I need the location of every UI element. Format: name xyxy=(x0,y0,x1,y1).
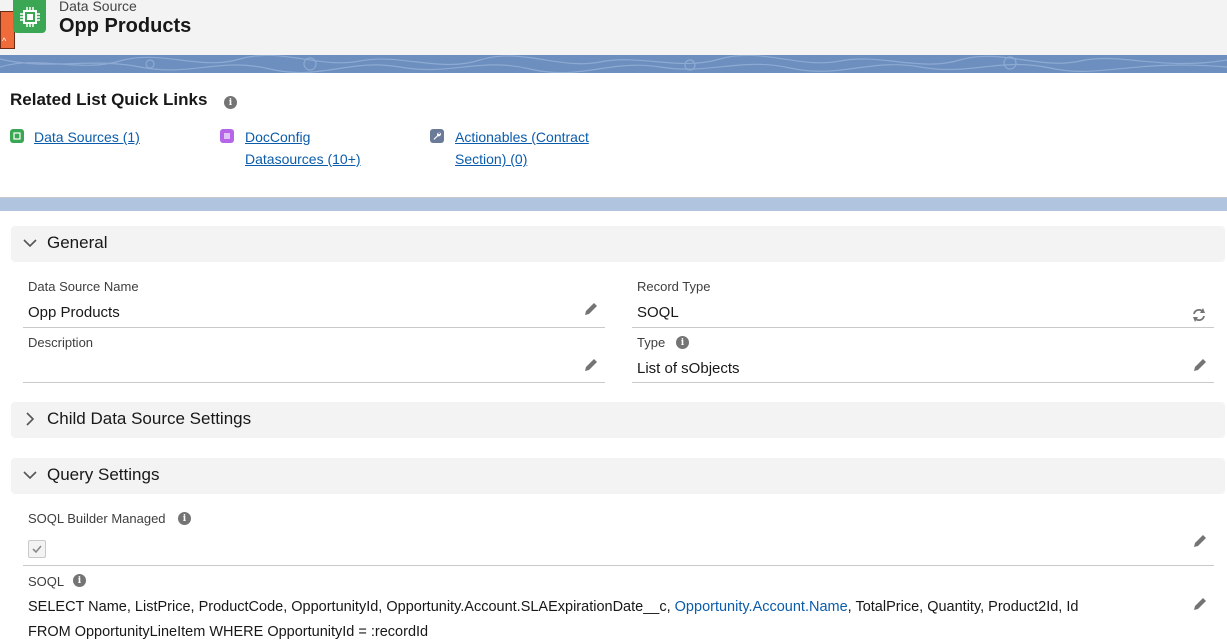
quick-link-actionables[interactable]: Actionables (Contract Section) (0) xyxy=(455,126,589,170)
chevron-down-icon xyxy=(23,239,37,248)
field-divider xyxy=(23,382,605,383)
record-type-label: Record Type xyxy=(637,279,711,294)
object-type-label: Data Source xyxy=(59,0,137,14)
type-label: Type xyxy=(637,335,666,350)
section-query-title: Query Settings xyxy=(47,465,160,484)
record-title: Opp Products xyxy=(59,15,192,37)
quick-link-docconfig-datasources[interactable]: DocConfig Datasources (10+) xyxy=(245,126,361,170)
data-source-object-icon xyxy=(13,0,46,33)
edit-pencil-icon[interactable] xyxy=(583,357,599,373)
quick-link-label: Data Sources (1) xyxy=(34,129,140,145)
banner-pattern xyxy=(0,55,1227,73)
info-icon[interactable]: i xyxy=(178,512,191,525)
quick-link-label: Section) (0) xyxy=(455,151,528,167)
info-icon[interactable]: i xyxy=(73,574,86,587)
description-label: Description xyxy=(28,335,94,350)
edit-pencil-icon[interactable] xyxy=(1192,533,1208,549)
data-source-name-value: Opp Products xyxy=(28,304,120,321)
record-page: ^ Data Source Opp Products Related List … xyxy=(0,0,1227,641)
info-icon[interactable]: i xyxy=(224,96,237,109)
field-divider xyxy=(23,565,1214,566)
section-child-title: Child Data Source Settings xyxy=(47,409,252,428)
section-general-title: General xyxy=(47,233,108,252)
field-divider xyxy=(632,382,1214,383)
quick-link-label: Actionables (Contract xyxy=(455,129,589,145)
decorative-banner xyxy=(0,55,1227,73)
data-source-icon xyxy=(10,129,24,143)
quick-link-data-sources[interactable]: Data Sources (1) xyxy=(34,126,140,148)
soql-label: SOQL xyxy=(28,574,65,589)
edit-pencil-icon[interactable] xyxy=(1192,357,1208,373)
record-type-value: SOQL xyxy=(637,304,679,321)
info-icon[interactable]: i xyxy=(676,336,689,349)
chevron-right-icon xyxy=(26,412,35,426)
section-divider-band xyxy=(0,198,1227,211)
section-query-header[interactable]: Query Settings xyxy=(11,458,1225,494)
quick-link-label: DocConfig xyxy=(245,129,311,145)
soql-text: SELECT Name, ListPrice, ProductCode, Opp… xyxy=(28,599,675,615)
soql-field-link[interactable]: Opportunity.Account.Name xyxy=(675,599,848,615)
docconfig-icon xyxy=(220,129,234,143)
change-record-type-icon[interactable] xyxy=(1191,307,1207,323)
edit-pencil-icon[interactable] xyxy=(583,301,599,317)
quick-links-title: Related List Quick Links xyxy=(10,90,208,109)
edit-pencil-icon[interactable] xyxy=(1192,596,1208,612)
checkmark-icon xyxy=(32,545,42,554)
quick-link-label: Datasources (10+) xyxy=(245,151,361,167)
chip-icon xyxy=(19,6,40,27)
soql-text: , TotalPrice, Quantity, Product2Id, Id xyxy=(847,599,1079,615)
type-value: List of sObjects xyxy=(637,360,740,377)
field-divider xyxy=(23,327,605,328)
field-divider xyxy=(632,327,1214,328)
caret-icon: ^ xyxy=(2,36,7,46)
section-general-header[interactable]: General xyxy=(11,226,1225,262)
soql-builder-managed-label: SOQL Builder Managed xyxy=(28,511,166,526)
record-header: ^ Data Source Opp Products xyxy=(0,0,1227,55)
data-source-name-label: Data Source Name xyxy=(28,279,139,294)
chevron-down-icon xyxy=(23,471,37,480)
soql-query-line1: SELECT Name, ListPrice, ProductCode, Opp… xyxy=(28,599,1078,615)
soql-builder-managed-checkbox xyxy=(28,540,46,558)
section-child-header[interactable]: Child Data Source Settings xyxy=(11,402,1225,438)
wrench-icon xyxy=(430,129,444,143)
related-list-quick-links: Related List Quick Links i Data Sources … xyxy=(0,73,1227,198)
soql-query-line2: FROM OpportunityLineItem WHERE Opportuni… xyxy=(28,624,429,640)
